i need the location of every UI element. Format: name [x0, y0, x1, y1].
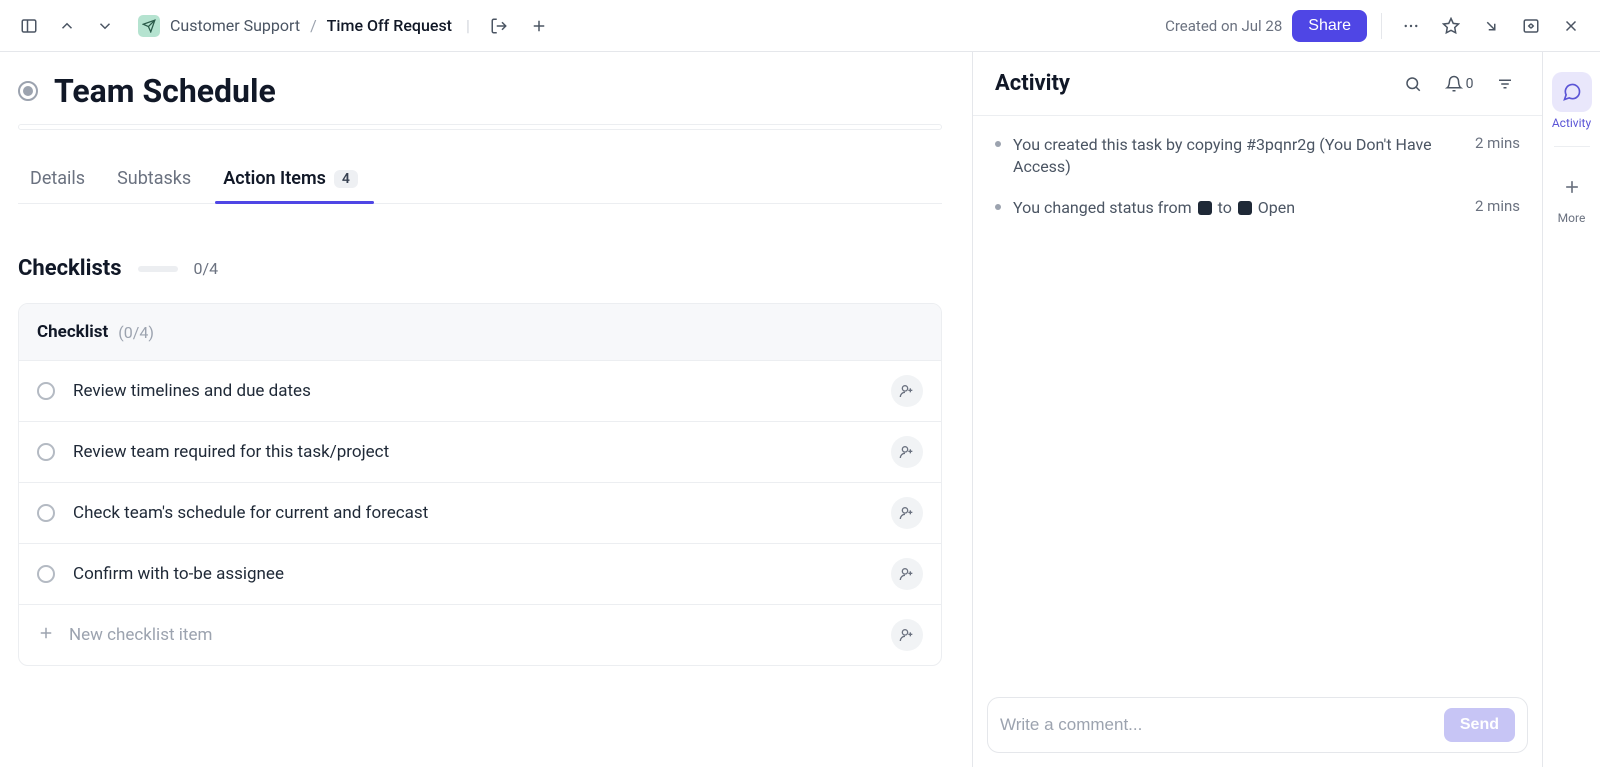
comment-input[interactable]: [1000, 715, 1434, 735]
checklist-item[interactable]: Confirm with to-be assignee: [19, 544, 941, 605]
tab-subtasks[interactable]: Subtasks: [115, 158, 193, 203]
status-swatch-from: [1198, 201, 1212, 215]
checklist-item-label: Review team required for this task/proje…: [73, 442, 389, 462]
sidebar-toggle-icon[interactable]: [14, 11, 44, 41]
assign-user-icon[interactable]: [891, 375, 923, 407]
main-pane: Team Schedule Details Subtasks Action It…: [0, 52, 972, 767]
activity-entry-time: 2 mins: [1475, 134, 1520, 179]
breadcrumb-separator: /: [310, 16, 317, 35]
plus-icon: [1552, 167, 1592, 207]
activity-entry-text: You changed status from to Open: [1013, 197, 1463, 219]
status-swatch-to: [1238, 201, 1252, 215]
collapse-panel-icon[interactable]: [1516, 11, 1546, 41]
status-indicator[interactable]: [18, 81, 38, 101]
checklists-progress-bar: [138, 266, 178, 272]
checklist-header-name: Checklist: [37, 322, 108, 342]
tabs: Details Subtasks Action Items 4: [18, 158, 942, 204]
next-task-icon[interactable]: [90, 11, 120, 41]
checklists-total-count: 0/4: [194, 259, 219, 278]
checklist-item-label: Review timelines and due dates: [73, 381, 311, 401]
notifications-count: 0: [1466, 76, 1474, 92]
activity-entry-text: You created this task by copying #3pqnr2…: [1013, 134, 1463, 179]
activity-entry-time: 2 mins: [1475, 197, 1520, 219]
notifications-button[interactable]: 0: [1444, 69, 1474, 99]
send-button[interactable]: Send: [1444, 708, 1515, 742]
task-title[interactable]: Team Schedule: [54, 72, 276, 110]
chat-bubble-icon: [1552, 72, 1592, 112]
rail-more[interactable]: More: [1551, 161, 1593, 231]
rail-more-label: More: [1558, 211, 1586, 225]
tab-details[interactable]: Details: [28, 158, 87, 203]
checkbox-icon[interactable]: [37, 443, 55, 461]
activity-pane: Activity 0 You created this task by copy…: [972, 52, 1542, 767]
bell-icon: [1445, 75, 1463, 93]
checkbox-icon[interactable]: [37, 504, 55, 522]
entry-bullet-icon: [995, 141, 1001, 147]
breadcrumb-space[interactable]: Customer Support: [170, 16, 300, 35]
checkbox-icon[interactable]: [37, 565, 55, 583]
space-icon[interactable]: [138, 15, 160, 37]
more-menu-icon[interactable]: [1396, 11, 1426, 41]
assign-user-icon[interactable]: [891, 436, 923, 468]
favorite-icon[interactable]: [1436, 11, 1466, 41]
checklist-item-label: Check team's schedule for current and fo…: [73, 503, 428, 523]
entry-bullet-icon: [995, 204, 1001, 210]
assign-user-icon[interactable]: [891, 497, 923, 529]
move-task-icon[interactable]: [484, 11, 514, 41]
plus-icon: [37, 624, 55, 647]
checkbox-icon[interactable]: [37, 382, 55, 400]
activity-entry: You changed status from to Open 2 mins: [995, 197, 1520, 219]
search-icon[interactable]: [1398, 69, 1428, 99]
activity-entry: You created this task by copying #3pqnr2…: [995, 134, 1520, 179]
tab-action-items-label: Action Items: [223, 168, 326, 189]
rail-activity[interactable]: Activity: [1551, 66, 1593, 136]
activity-header: Activity 0: [973, 52, 1542, 116]
activity-title: Activity: [995, 71, 1070, 96]
tab-action-items-badge: 4: [334, 170, 358, 188]
checklist-group: Checklist (0/4) Review timelines and due…: [18, 303, 942, 666]
assign-user-icon[interactable]: [891, 619, 923, 651]
checklist-item[interactable]: Review team required for this task/proje…: [19, 422, 941, 483]
breadcrumb: Customer Support / Time Off Request |: [138, 11, 554, 41]
created-on-text: Created on Jul 28: [1165, 17, 1282, 35]
task-progress-line: [18, 124, 942, 130]
add-task-icon[interactable]: [524, 11, 554, 41]
topbar-right: Created on Jul 28 Share: [1165, 10, 1586, 42]
minimize-icon[interactable]: [1476, 11, 1506, 41]
activity-body: You created this task by copying #3pqnr2…: [973, 116, 1542, 683]
close-icon[interactable]: [1556, 11, 1586, 41]
new-checklist-item-row[interactable]: New checklist item: [19, 605, 941, 665]
right-rail: Activity More: [1542, 52, 1600, 767]
filter-icon[interactable]: [1490, 69, 1520, 99]
checklist-item[interactable]: Check team's schedule for current and fo…: [19, 483, 941, 544]
checklist-header-count: (0/4): [118, 323, 154, 342]
checklist-header[interactable]: Checklist (0/4): [19, 304, 941, 361]
checklists-section-title: Checklists: [18, 256, 122, 281]
breadcrumb-current[interactable]: Time Off Request: [327, 16, 452, 35]
rail-activity-label: Activity: [1552, 116, 1591, 130]
new-checklist-item-placeholder: New checklist item: [69, 625, 212, 645]
topbar: Customer Support / Time Off Request | Cr…: [0, 0, 1600, 52]
tab-action-items[interactable]: Action Items 4: [221, 158, 360, 203]
prev-task-icon[interactable]: [52, 11, 82, 41]
checklist-item-label: Confirm with to-be assignee: [73, 564, 284, 584]
assign-user-icon[interactable]: [891, 558, 923, 590]
checklist-item[interactable]: Review timelines and due dates: [19, 361, 941, 422]
comment-box: Send: [987, 697, 1528, 753]
share-button[interactable]: Share: [1292, 10, 1367, 42]
